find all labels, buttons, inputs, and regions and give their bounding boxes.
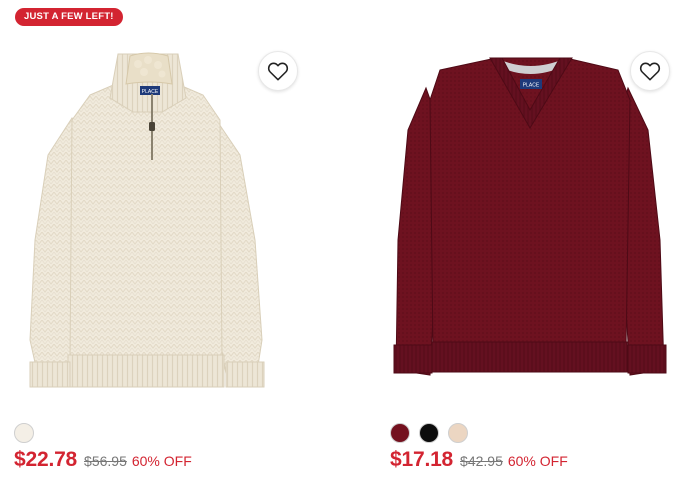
product-image[interactable]: PLACE [0,40,330,400]
brand-label: PLACE [142,89,159,95]
heart-outline-icon [639,62,661,81]
original-price: $42.95 [460,453,503,469]
heart-outline-icon [267,62,289,81]
color-swatch[interactable] [14,423,34,443]
original-price: $56.95 [84,453,127,469]
wishlist-button[interactable] [258,51,298,91]
sale-price: $17.18 [390,448,454,471]
color-swatch[interactable] [390,423,410,443]
sale-price: $22.78 [14,448,78,471]
discount-label: 60% OFF [131,453,192,469]
discount-label: 60% OFF [507,453,568,469]
wishlist-button[interactable] [630,51,670,91]
color-swatches [14,423,34,443]
stock-badge: JUST A FEW LEFT! [15,8,123,26]
product-image[interactable]: PLACE [378,40,684,400]
product-card: PLACE $17.18 $42.95 60% OFF [378,0,684,479]
product-grid: JUST A FEW LEFT! PLACE $22.78 $56.95 60%… [0,0,684,479]
product-card: JUST A FEW LEFT! PLACE $22.78 $56.95 60%… [0,0,330,479]
color-swatch[interactable] [448,423,468,443]
price-row: $22.78 $56.95 60% OFF [14,448,192,472]
color-swatch[interactable] [419,423,439,443]
color-swatches [390,423,468,443]
price-row: $17.18 $42.95 60% OFF [390,448,568,472]
brand-label: PLACE [523,83,540,89]
